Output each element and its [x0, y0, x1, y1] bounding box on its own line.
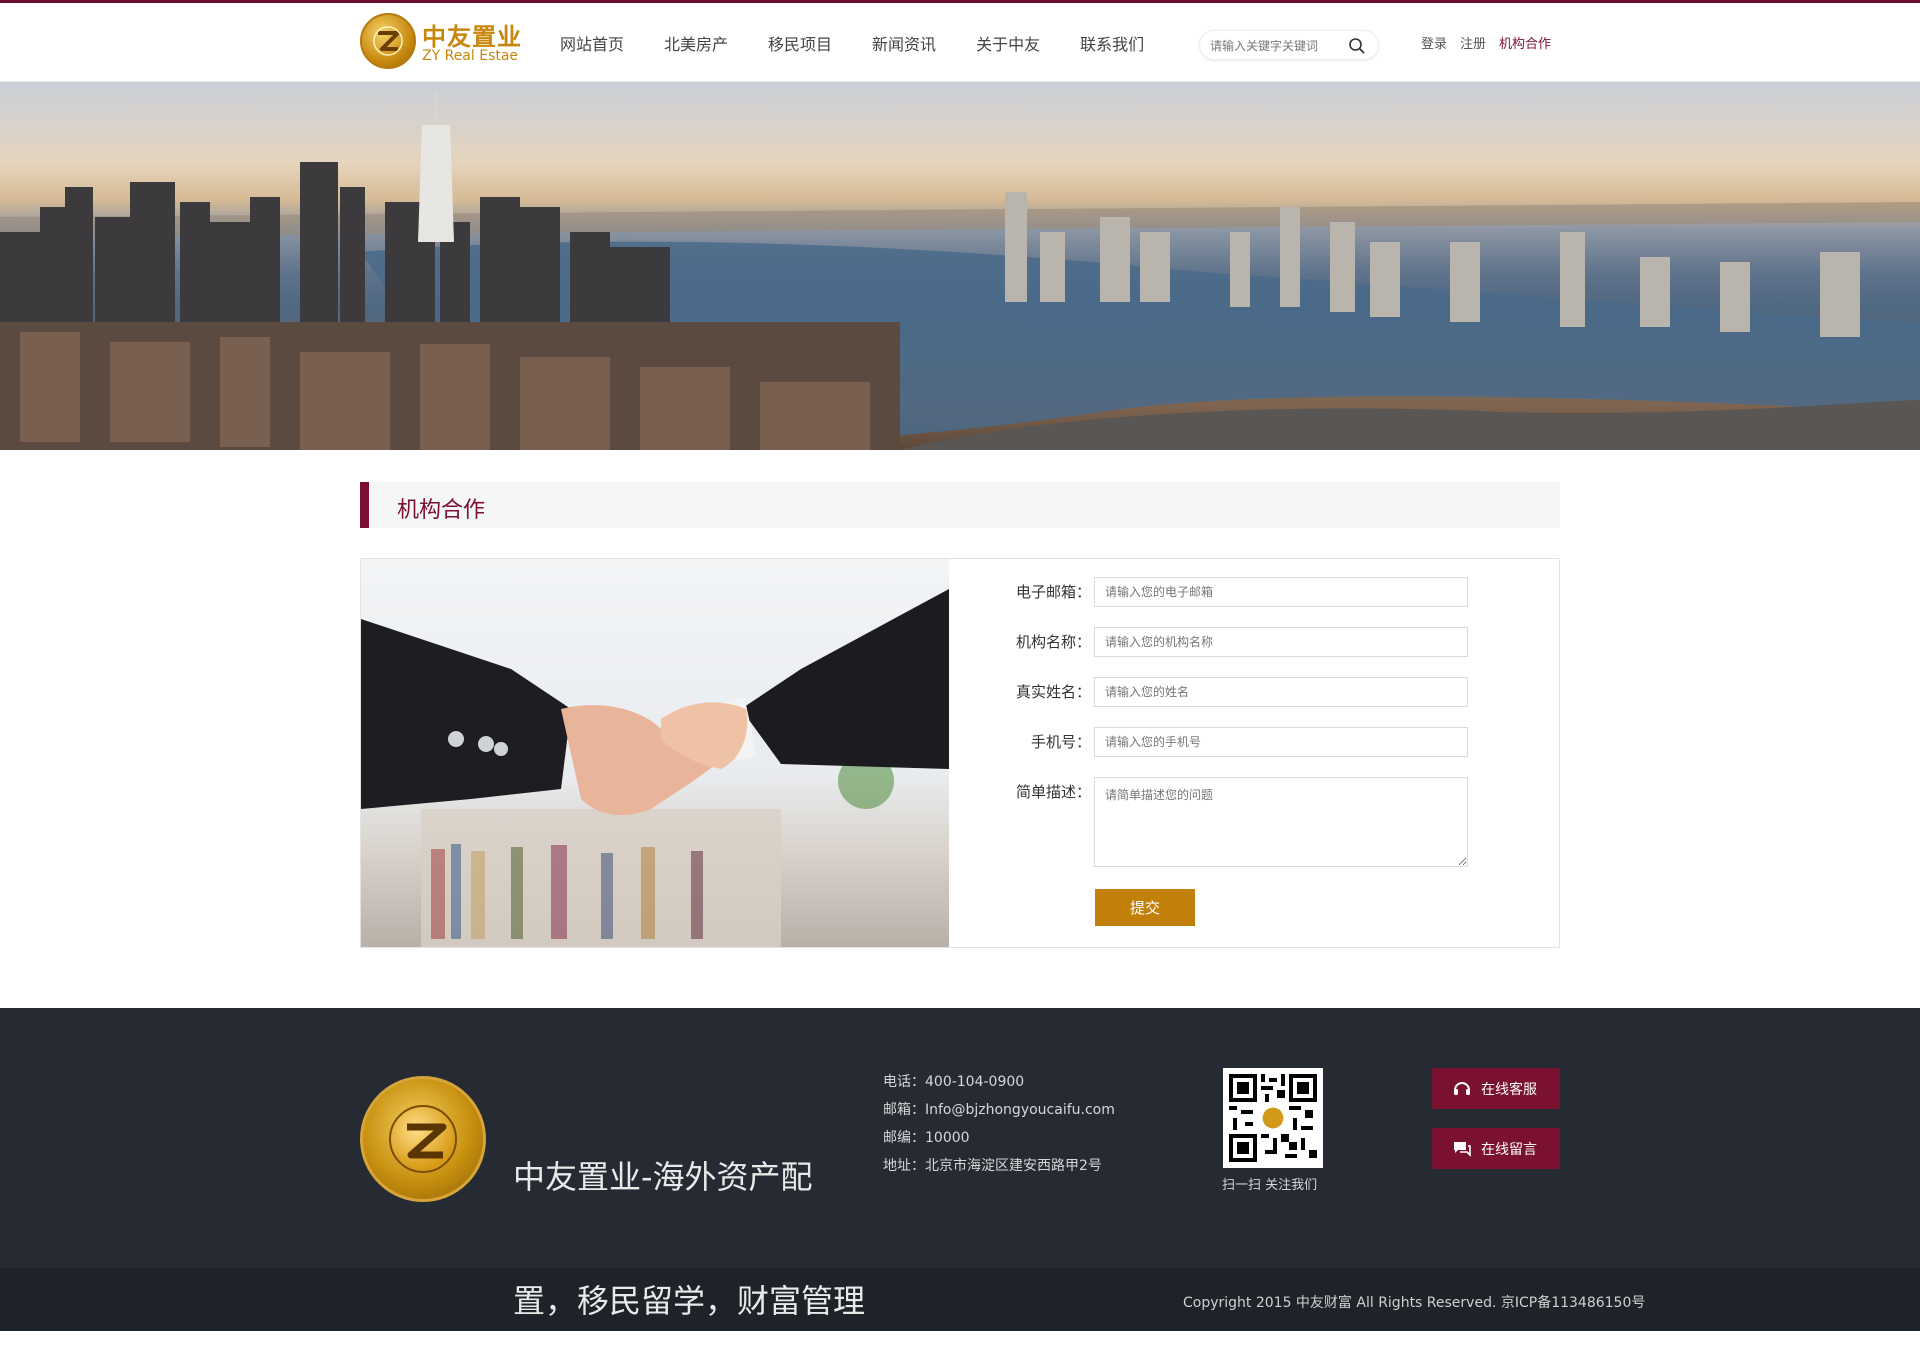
headset-icon [1454, 1082, 1470, 1095]
real-name-field[interactable] [1094, 677, 1468, 707]
logo-emblem-icon [360, 13, 416, 69]
chat-bubble-icon [1454, 1142, 1471, 1157]
phone-row: 手机号： [981, 727, 1541, 757]
contact-phone: 电话：400-104-0900 [883, 1074, 1025, 1090]
partner-link[interactable]: 机构合作 [1499, 33, 1551, 52]
search-box [1199, 30, 1379, 60]
main-nav: 网站首页 北美房产 移民项目 新闻资讯 关于中友 联系我们 [560, 3, 1184, 82]
site-logo[interactable]: 中友置业 ZY Real Estae [360, 13, 530, 73]
search-icon[interactable] [1348, 37, 1366, 55]
contact-postcode: 邮编：10000 [883, 1130, 970, 1146]
nav-immigration[interactable]: 移民项目 [768, 31, 832, 55]
email-field[interactable] [1094, 577, 1468, 607]
qr-code [1223, 1068, 1323, 1168]
logo-english-name: ZY Real Estae [422, 48, 519, 64]
contact-email: 邮箱：Info@bjzhongyoucaifu.com [883, 1102, 1115, 1118]
phone-label: 手机号： [1030, 733, 1091, 751]
nav-contact[interactable]: 联系我们 [1080, 31, 1144, 55]
contact-address: 地址：北京市海淀区建安西路甲2号 [883, 1158, 1102, 1174]
copyright: Copyright 2015 中友财富 All Rights Reserved.… [1183, 1295, 1646, 1311]
section-title-bar: 机构合作 [360, 482, 1560, 528]
search-input[interactable] [1210, 36, 1346, 56]
handshake-photo [361, 559, 949, 947]
description-row: 简单描述： [981, 777, 1541, 867]
qr-caption: 扫一扫 关注我们 [1222, 1178, 1318, 1193]
submit-button[interactable]: 提交 [1095, 889, 1195, 926]
org-name-label: 机构名称： [1015, 633, 1091, 651]
account-links: 登录 注册 机构合作 [1421, 3, 1564, 82]
email-row: 电子邮箱： [981, 577, 1541, 607]
register-link[interactable]: 注册 [1460, 33, 1486, 52]
real-name-label: 真实姓名： [1015, 683, 1091, 701]
nav-home[interactable]: 网站首页 [560, 31, 624, 55]
section-title: 机构合作 [397, 498, 486, 523]
nav-news[interactable]: 新闻资讯 [872, 31, 936, 55]
footer-contact: 电话：400-104-0900 邮箱：Info@bjzhongyoucaifu.… [883, 1068, 1115, 1180]
nav-north-america-property[interactable]: 北美房产 [664, 31, 728, 55]
partner-form-panel: 电子邮箱： 机构名称： 真实姓名： 手机号： 简单描述： 提交 [360, 558, 1560, 948]
real-name-row: 真实姓名： [981, 677, 1541, 707]
online-service-label: 在线客服 [1481, 1082, 1537, 1098]
footer-slogan: 中友置业-海外资产配置，移民留学，财富管理 [513, 1158, 866, 1320]
hero-banner-cityscape [0, 82, 1920, 450]
description-label: 简单描述： [1015, 783, 1091, 801]
login-link[interactable]: 登录 [1421, 33, 1447, 52]
org-name-row: 机构名称： [981, 627, 1541, 657]
description-textarea[interactable] [1094, 777, 1468, 867]
header: 中友置业 ZY Real Estae 网站首页 北美房产 移民项目 新闻资讯 关… [0, 3, 1920, 82]
logo-chinese-name: 中友置业 [422, 23, 522, 51]
footer-logo-emblem-icon [360, 1076, 486, 1202]
org-name-field[interactable] [1094, 627, 1468, 657]
online-message-button[interactable]: 在线留言 [1432, 1128, 1560, 1169]
phone-field[interactable] [1094, 727, 1468, 757]
email-label: 电子邮箱： [1015, 583, 1091, 601]
nav-about[interactable]: 关于中友 [976, 31, 1040, 55]
online-message-label: 在线留言 [1481, 1142, 1537, 1158]
online-service-button[interactable]: 在线客服 [1432, 1068, 1560, 1109]
